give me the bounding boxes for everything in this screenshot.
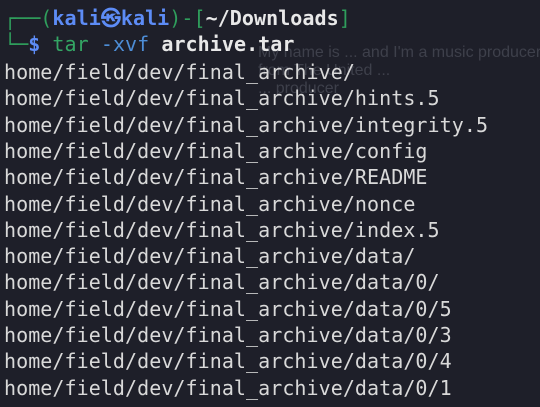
terminal-window[interactable]: My name is ... and I'm a music producer … [0, 0, 540, 407]
prompt-corner-top: ┌──( [4, 6, 53, 30]
output-line: home/field/dev/final_archive/data/0/4 [4, 349, 452, 374]
output-line: home/field/dev/final_archive/data/0/5 [4, 296, 452, 321]
prompt-username: kali [52, 6, 101, 30]
output-line: home/field/dev/final_archive/data/0/ [4, 270, 440, 295]
output-line: home/field/dev/final_archive/hints.5 [4, 86, 440, 111]
output-line: home/field/dev/final_archive/ [4, 60, 355, 84]
prompt-separator: )-[ [169, 6, 206, 30]
output-line: home/field/dev/final_archive/config [4, 138, 428, 163]
output-line: home/field/dev/final_archive/nonce [4, 191, 416, 216]
output-line: home/field/dev/final_archive/data/ [4, 244, 416, 269]
prompt-close-bracket: ] [338, 6, 351, 30]
prompt-cwd: ~/Downloads [205, 6, 339, 30]
prompt-at-glyph: ㉿ [100, 6, 121, 30]
command-argument: archive.tar [161, 32, 295, 56]
prompt-hostname: kali [120, 6, 170, 30]
command-line[interactable]: └─$ tar -xvf archive.tar [4, 31, 294, 57]
prompt-corner-bottom: └─ [4, 32, 29, 56]
output-line: home/field/dev/final_archive/data/0/1 [4, 375, 452, 400]
prompt-line: ┌──(kali㉿kali)-[~/Downloads] [4, 5, 351, 31]
command-flags: -xvf [100, 32, 150, 56]
command-program: tar [52, 32, 89, 56]
output-line: home/field/dev/final_archive/index.5 [4, 217, 440, 242]
output-line: home/field/dev/final_archive/integrity.5 [4, 112, 489, 137]
output-line: home/field/dev/final_archive/data/0/3 [4, 323, 452, 347]
output-line: home/field/dev/final_archive/README [4, 165, 428, 190]
prompt-symbol: $ [28, 32, 41, 56]
